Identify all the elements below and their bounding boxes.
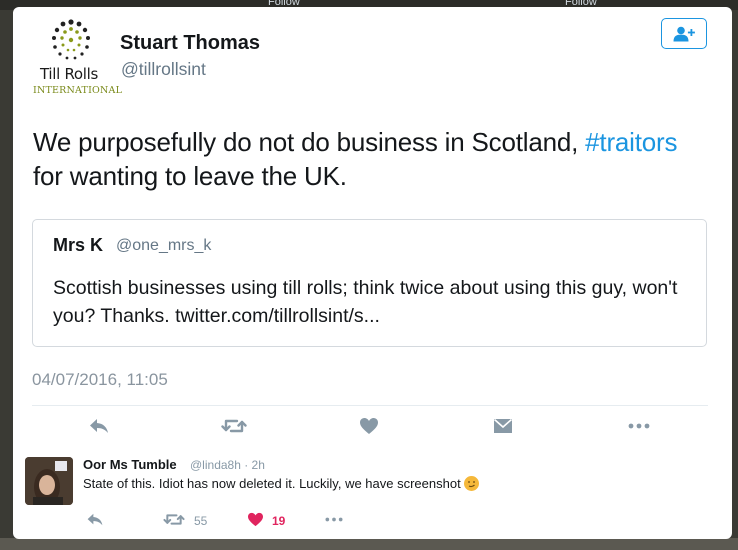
retweet-count: 55 — [194, 514, 208, 528]
reply-tweet[interactable]: Oor Ms Tumble @linda8h · 2h State of thi… — [13, 445, 732, 539]
hashtag-link[interactable]: #traitors — [585, 127, 677, 157]
quoted-author-name: Mrs K — [53, 235, 104, 255]
logo-dots-icon — [52, 19, 90, 60]
author-name[interactable]: Stuart Thomas — [120, 32, 260, 55]
add-user-icon — [673, 26, 695, 41]
reply-avatar[interactable] — [25, 457, 73, 505]
reply-author-handle[interactable]: @linda8h · 2h — [190, 458, 265, 472]
background-page-strip — [0, 538, 738, 550]
like-icon[interactable] — [247, 512, 264, 532]
tweet-text-part: for wanting to leave the UK. — [33, 161, 347, 191]
tweet-text: We purposefully do not do business in Sc… — [33, 125, 713, 193]
like-icon[interactable] — [359, 417, 379, 440]
tweet-timestamp[interactable]: 04/07/2016, 11:05 — [32, 370, 168, 390]
retweet-icon[interactable] — [163, 512, 185, 532]
reply-icon[interactable] — [86, 512, 104, 532]
logo-subtitle: INTERNATIONAL — [33, 85, 123, 96]
like-count: 19 — [272, 514, 286, 528]
direct-message-icon[interactable] — [493, 417, 513, 440]
smirk-emoji-icon — [463, 476, 479, 491]
quoted-author-handle: @one_mrs_k — [116, 237, 212, 254]
reply-text: State of this. Idiot has now deleted it.… — [83, 476, 479, 491]
divider — [32, 405, 708, 406]
profile-avatar-logo[interactable]: Till Rolls INTERNATIONAL — [30, 19, 122, 99]
reply-text-content: State of this. Idiot has now deleted it.… — [83, 476, 461, 491]
quoted-tweet-text: Scottish businesses using till rolls; th… — [53, 277, 678, 327]
quoted-tweet[interactable]: Mrs K @one_mrs_k Scottish businesses usi… — [32, 219, 707, 347]
tweet-card: Till Rolls INTERNATIONAL Stuart Thomas @… — [13, 7, 732, 539]
follow-button[interactable] — [661, 18, 707, 49]
reply-author-name[interactable]: Oor Ms Tumble — [83, 457, 177, 472]
reply-icon[interactable] — [88, 417, 110, 440]
logo-wordmark: Till Rolls — [40, 65, 99, 83]
retweet-icon[interactable] — [221, 417, 247, 440]
author-handle[interactable]: @tillrollsint — [121, 59, 206, 80]
tweet-text-part: We purposefully do not do business in Sc… — [33, 127, 586, 157]
more-icon[interactable] — [627, 417, 651, 440]
more-icon[interactable] — [324, 512, 344, 532]
